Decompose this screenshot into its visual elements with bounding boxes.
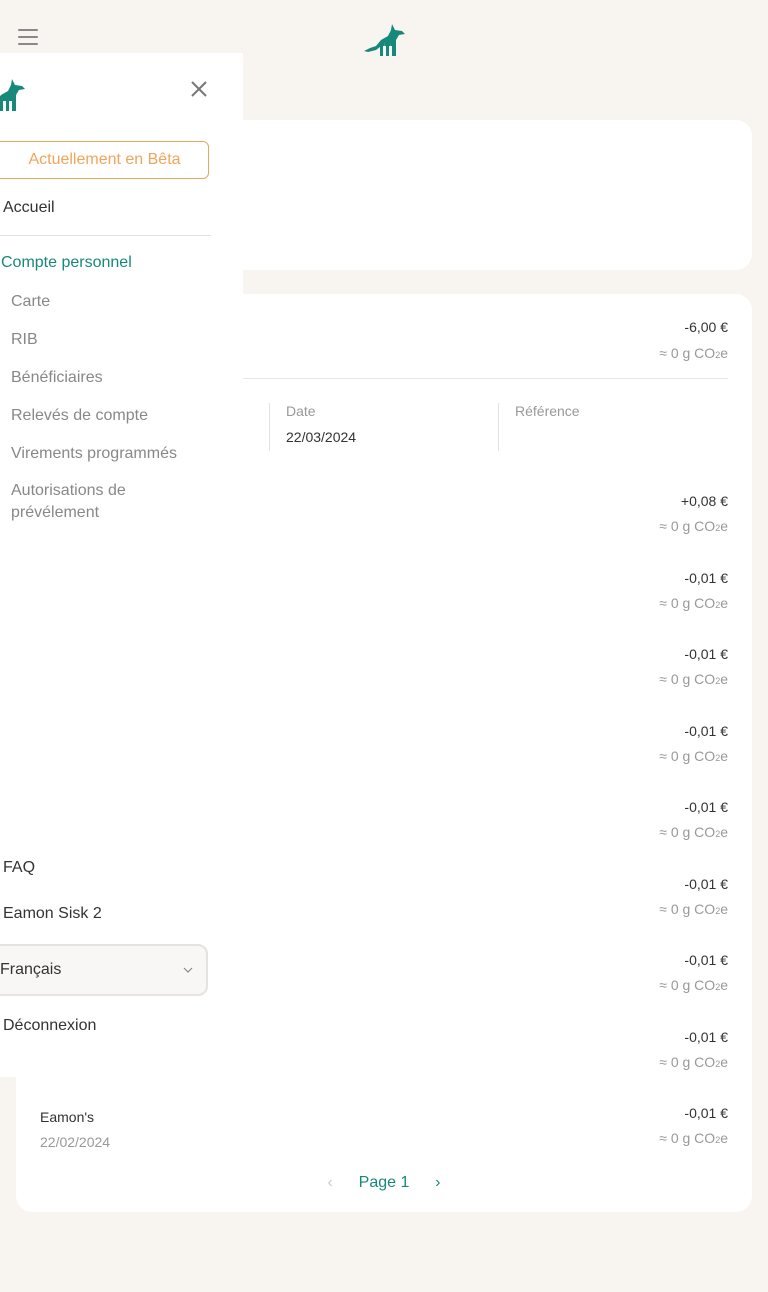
transaction-co2: ≈ 0 g CO2e xyxy=(659,1130,728,1146)
transaction-amount: -0,01 € xyxy=(684,1028,728,1045)
nav-rib[interactable]: RIB xyxy=(11,329,201,351)
transaction-amount: -0,01 € xyxy=(684,646,728,662)
detail-label: Référence xyxy=(515,403,580,419)
nav-personal-account[interactable]: Compte personnel xyxy=(1,254,132,272)
transaction-co2: ≈ 0 g CO2e xyxy=(659,824,728,840)
page-label: Page 1 xyxy=(358,1174,410,1191)
fox-logo-icon xyxy=(0,79,25,111)
nav-home[interactable]: Accueil xyxy=(3,199,55,217)
chevron-down-icon xyxy=(183,967,193,973)
transaction-amount: -0,01 € xyxy=(684,952,728,968)
language-select[interactable]: Français xyxy=(0,944,208,996)
navigation-drawer: Actuellement en Bêta Accueil Compte pers… xyxy=(0,53,243,1077)
chevron-right-icon[interactable]: › xyxy=(428,1174,448,1192)
transaction-co2: ≈ 0 g CO2e xyxy=(659,977,728,993)
transaction-amount: -0,01 € xyxy=(684,722,728,739)
transaction-co2: ≈ 0 g CO2e xyxy=(659,747,728,764)
fox-logo-icon[interactable] xyxy=(362,22,408,58)
detail-date: Date 22/03/2024 xyxy=(269,403,498,451)
nav-direct-debit-authorizations[interactable]: Autorisations de prévélement xyxy=(11,480,171,524)
nav-user-profile[interactable]: Eamon Sisk 2 xyxy=(3,905,102,923)
detail-label: Date xyxy=(286,403,316,419)
divider xyxy=(0,235,211,236)
pagination: ‹ Page 1 › xyxy=(16,1174,752,1192)
language-selected: Français xyxy=(0,961,62,978)
nav-faq[interactable]: FAQ xyxy=(3,859,35,877)
transaction-co2: ≈ 0 g CO2e xyxy=(659,594,728,611)
close-icon[interactable] xyxy=(189,79,209,99)
detail-value: 22/03/2024 xyxy=(286,429,357,445)
transaction-amount: -0,01 € xyxy=(684,1105,728,1121)
transaction-amount: -6,00 € xyxy=(684,319,728,335)
detail-reference: Référence xyxy=(498,403,715,451)
hamburger-icon[interactable] xyxy=(18,29,38,45)
transaction-amount: +0,08 € xyxy=(680,493,728,509)
nav-scheduled-transfers[interactable]: Virements programmés xyxy=(11,443,201,465)
beta-badge: Actuellement en Bêta xyxy=(0,141,209,179)
transaction-amount: -0,01 € xyxy=(684,799,728,815)
transaction-amount: -0,01 € xyxy=(684,569,728,586)
transaction-name: Eamon's xyxy=(40,1109,95,1125)
transaction-co2: ≈ 0 g CO2e xyxy=(659,1053,728,1070)
nav-card[interactable]: Carte xyxy=(11,291,201,313)
transaction-date: 22/02/2024 xyxy=(40,1134,111,1150)
transaction-co2: ≈ 0 g CO2e xyxy=(659,900,728,917)
nav-statements[interactable]: Relevés de compte xyxy=(11,405,201,427)
nav-beneficiaries[interactable]: Bénéficiaires xyxy=(11,367,201,389)
transaction-co2: ≈ 0 g CO2e xyxy=(659,518,728,534)
transaction-co2: ≈ 0 g CO2e xyxy=(659,345,728,361)
transaction-amount: -0,01 € xyxy=(684,875,728,892)
transaction-co2: ≈ 0 g CO2e xyxy=(659,671,728,687)
nav-logout[interactable]: Déconnexion xyxy=(3,1017,96,1035)
chevron-left-icon[interactable]: ‹ xyxy=(320,1174,340,1192)
